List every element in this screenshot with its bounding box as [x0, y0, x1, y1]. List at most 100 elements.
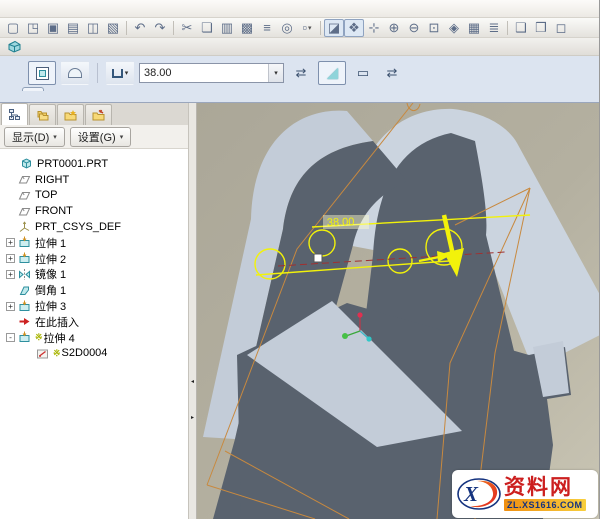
- copy-model-button[interactable]: ◫: [83, 19, 103, 37]
- tree-item-part[interactable]: PRT0001.PRT: [4, 156, 188, 172]
- menu-view[interactable]: [32, 8, 46, 10]
- tree-item-label[interactable]: 拉伸 3: [35, 298, 66, 314]
- tree-toolbar: 显示(D) 设置(G): [0, 125, 188, 149]
- open-file-button[interactable]: ◳: [23, 19, 43, 37]
- tree-item-label[interactable]: PRT_CSYS_DEF: [35, 221, 121, 233]
- menu-edit[interactable]: [18, 8, 32, 10]
- print-button[interactable]: ▤: [63, 19, 83, 37]
- tree-item-label[interactable]: 镜像 1: [35, 266, 66, 282]
- depth-type-button[interactable]: ▾: [106, 61, 134, 85]
- graphics-viewport[interactable]: 38.00: [197, 103, 600, 519]
- settings-button[interactable]: 设置(G): [70, 127, 131, 147]
- tree-item-icon: [18, 300, 32, 313]
- remove-material-button[interactable]: [318, 61, 346, 85]
- drag-handle[interactable]: [314, 254, 322, 262]
- tree-item-extrude-1[interactable]: + 拉伸 1: [4, 235, 188, 251]
- hidden-line-view-button[interactable]: ❒: [531, 19, 551, 37]
- selection-filter-dropdown[interactable]: ▫: [297, 19, 317, 37]
- zoom-out-button[interactable]: ⊖: [404, 19, 424, 37]
- axis-point-red: [357, 312, 362, 317]
- shaded-view-button[interactable]: ◻: [551, 19, 571, 37]
- tree-expander[interactable]: +: [6, 270, 15, 279]
- paste-button[interactable]: ▥: [217, 19, 237, 37]
- tree-item-top-plane[interactable]: TOP: [4, 188, 188, 204]
- wireframe-view-button[interactable]: ❑: [511, 19, 531, 37]
- new-file-button[interactable]: ▢: [3, 19, 23, 37]
- extrude-dashboard: ▾ ▾ ⇄ ▭ ⇄: [0, 56, 600, 103]
- tree-item-label[interactable]: 拉伸 2: [35, 251, 66, 267]
- tab-favorites[interactable]: [57, 104, 84, 125]
- menu-applications[interactable]: [88, 8, 102, 10]
- tree-item-mirror-1[interactable]: + 镜像 1: [4, 267, 188, 283]
- dashboard-tab-properties[interactable]: [70, 87, 92, 91]
- orientation-button[interactable]: ⊹: [364, 19, 384, 37]
- tree-item-front-plane[interactable]: FRONT: [4, 203, 188, 219]
- menu-insert[interactable]: [46, 8, 60, 10]
- tab-folder-browser[interactable]: [29, 104, 56, 125]
- tree-item-extrude-3[interactable]: + 拉伸 3: [4, 298, 188, 314]
- tree-item-chamfer-1[interactable]: 倒角 1: [4, 282, 188, 298]
- tree-item-label[interactable]: RIGHT: [35, 174, 69, 186]
- tree-item-label[interactable]: S2D0004: [62, 347, 108, 359]
- tree-expander[interactable]: +: [6, 302, 15, 311]
- extrude-tool-icon[interactable]: [4, 38, 24, 56]
- tree-item-extrude-4[interactable]: - ※ 拉伸 4: [4, 330, 188, 346]
- tree-item-label[interactable]: PRT0001.PRT: [37, 158, 108, 170]
- find-button[interactable]: ◎: [277, 19, 297, 37]
- tree-item-icon: [18, 284, 32, 297]
- tree-item-right-plane[interactable]: RIGHT: [4, 172, 188, 188]
- tree-item-label[interactable]: FRONT: [35, 205, 73, 217]
- repaint-button[interactable]: ◪: [324, 19, 344, 37]
- menu-info[interactable]: [74, 8, 88, 10]
- show-button[interactable]: 显示(D): [4, 127, 65, 147]
- menu-tools[interactable]: [102, 8, 116, 10]
- tree-item-icon: [18, 268, 32, 281]
- cut-button[interactable]: ✂: [177, 19, 197, 37]
- redo-button[interactable]: ↷: [150, 19, 170, 37]
- zoom-in-button[interactable]: ⊕: [384, 19, 404, 37]
- tree-expander[interactable]: +: [6, 254, 15, 263]
- dashboard-tab-placement[interactable]: [22, 87, 44, 91]
- spin-center-button[interactable]: ❖: [344, 19, 364, 37]
- saved-views-button[interactable]: ◈: [444, 19, 464, 37]
- tab-model-tree[interactable]: [1, 103, 28, 125]
- menu-window[interactable]: [116, 8, 130, 10]
- depth-value-dropdown[interactable]: ▾: [268, 64, 283, 82]
- depth-value-input[interactable]: [140, 64, 268, 82]
- view-manager-button[interactable]: ▦: [464, 19, 484, 37]
- send-email-button[interactable]: ▧: [103, 19, 123, 37]
- menu-analysis[interactable]: [60, 8, 74, 10]
- copy-button[interactable]: ❏: [197, 19, 217, 37]
- expand-panel-arrow[interactable]: ▸: [189, 413, 196, 423]
- toolbar-separator: [320, 21, 321, 35]
- tree-item-label[interactable]: 拉伸 1: [35, 235, 66, 251]
- select-list-button[interactable]: ≡: [257, 19, 277, 37]
- tree-expander[interactable]: +: [6, 238, 15, 247]
- panel-splitter[interactable]: ◂ ▸: [189, 103, 197, 519]
- layers-button[interactable]: ≣: [484, 19, 504, 37]
- depth-dimension-label[interactable]: 38.00: [327, 216, 355, 229]
- tab-history[interactable]: [85, 104, 112, 125]
- menu-help[interactable]: [130, 8, 144, 10]
- solid-button[interactable]: [28, 61, 56, 85]
- flip-direction-button[interactable]: ⇄: [289, 61, 313, 85]
- thicken-sketch-button[interactable]: ▭: [351, 61, 375, 85]
- tree-item-extrude-2[interactable]: + 拉伸 2: [4, 251, 188, 267]
- tree-item-label[interactable]: 在此插入: [35, 314, 79, 330]
- tree-item-insert-here[interactable]: 在此插入: [4, 314, 188, 330]
- collapse-panel-arrow[interactable]: ◂: [189, 377, 196, 387]
- tree-item-label[interactable]: 倒角 1: [35, 282, 66, 298]
- dashboard-tab-options[interactable]: [46, 87, 68, 91]
- tree-item-csys[interactable]: PRT_CSYS_DEF: [4, 219, 188, 235]
- refit-button[interactable]: ⊡: [424, 19, 444, 37]
- flip-material-side-button[interactable]: ⇄: [380, 61, 404, 85]
- tree-expander[interactable]: -: [6, 333, 15, 342]
- tree-item-sketch[interactable]: ※ S2D0004: [4, 346, 188, 362]
- save-button[interactable]: ▣: [43, 19, 63, 37]
- tree-item-label[interactable]: TOP: [35, 189, 57, 201]
- surface-button[interactable]: [61, 61, 89, 85]
- undo-button[interactable]: ↶: [130, 19, 150, 37]
- tree-item-label[interactable]: 拉伸 4: [44, 330, 75, 346]
- menu-file[interactable]: [4, 8, 18, 10]
- paste-special-button[interactable]: ▩: [237, 19, 257, 37]
